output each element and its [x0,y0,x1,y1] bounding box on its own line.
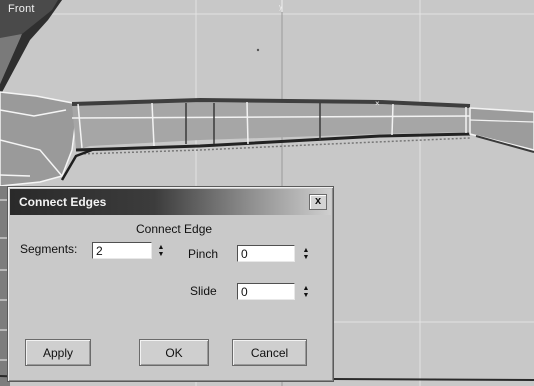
slide-label: Slide [190,284,217,298]
pinch-field[interactable]: 0 [237,245,295,262]
svg-text:y: y [279,4,283,11]
segments-field[interactable]: 2 [92,242,152,259]
spinner-up-icon[interactable]: ▲ [303,285,310,292]
svg-text:×: × [375,99,380,108]
slide-spinner[interactable]: ▲ ▼ [301,283,311,300]
segments-label: Segments: [20,242,78,256]
connect-edges-dialog: Connect Edges x Connect Edge Segments: 2… [7,186,334,382]
spinner-up-icon[interactable]: ▲ [158,244,165,251]
group-label: Connect Edge [136,222,213,236]
slide-field[interactable]: 0 [237,283,295,300]
close-button[interactable]: x [309,194,327,210]
pinch-label: Pinch [188,247,219,261]
segments-spinner[interactable]: ▲ ▼ [156,242,166,259]
y-axis-marker: y [279,0,283,12]
ok-button[interactable]: OK [139,339,209,366]
spinner-down-icon[interactable]: ▼ [303,254,310,261]
cancel-button[interactable]: Cancel [232,339,307,366]
x-center-marker: × [375,99,380,108]
pivot-dot [256,48,260,52]
viewport-label[interactable]: Front [8,3,35,15]
pinch-spinner[interactable]: ▲ ▼ [301,245,311,262]
spinner-down-icon[interactable]: ▼ [158,251,165,258]
dialog-title: Connect Edges [19,195,107,209]
spinner-up-icon[interactable]: ▲ [303,247,310,254]
apply-button[interactable]: Apply [25,339,91,366]
spinner-down-icon[interactable]: ▼ [303,292,310,299]
dialog-titlebar[interactable]: Connect Edges x [10,189,331,215]
